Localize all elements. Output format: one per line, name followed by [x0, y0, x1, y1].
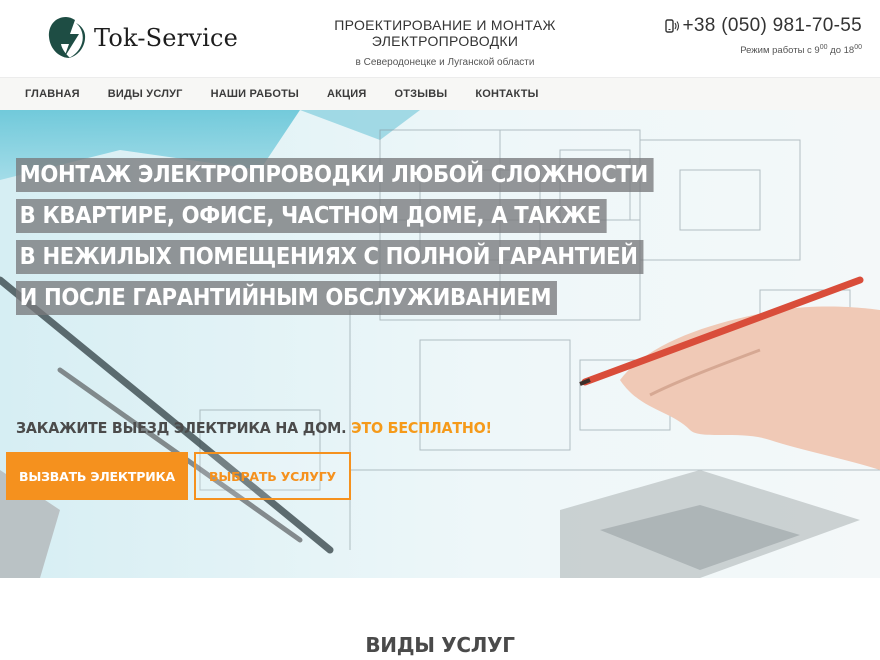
cta-text: ЗАКАЖИТЕ ВЫЕЗД ЭЛЕКТРИКА НА ДОМ. ЭТО БЕС…: [16, 419, 492, 437]
headline-line-3: В НЕЖИЛЫХ ПОМЕЩЕНИЯХ С ПОЛНОЙ ГАРАНТИЕЙ: [16, 240, 644, 274]
phone-number[interactable]: +38 (050) 981-70-55: [683, 15, 862, 37]
hero-headline: МОНТАЖ ЭЛЕКТРОПРОВОДКИ ЛЮБОЙ СЛОЖНОСТИ В…: [16, 158, 709, 322]
nav-item-services[interactable]: ВИДЫ УСЛУГ: [108, 88, 183, 100]
nav-item-promo[interactable]: АКЦИЯ: [327, 88, 367, 100]
phone-icon: [664, 19, 679, 33]
phone-row[interactable]: +38 (050) 981-70-55: [663, 15, 862, 37]
headline-line-4: И ПОСЛЕ ГАРАНТИЙНЫМ ОБСЛУЖИВАНИЕМ: [16, 281, 557, 315]
header-tagline: ПРОЕКТИРОВАНИЕ И МОНТАЖ ЭЛЕКТРОПРОВОДКИ …: [284, 17, 606, 68]
site-header: Tok-Service ПРОЕКТИРОВАНИЕ И МОНТАЖ ЭЛЕК…: [0, 0, 880, 77]
hero-banner: МОНТАЖ ЭЛЕКТРОПРОВОДКИ ЛЮБОЙ СЛОЖНОСТИ В…: [0, 110, 880, 578]
call-electrician-button[interactable]: ВЫЗВАТЬ ЭЛЕКТРИКА: [6, 452, 188, 500]
tagline-title: ПРОЕКТИРОВАНИЕ И МОНТАЖ ЭЛЕКТРОПРОВОДКИ: [334, 17, 556, 49]
main-nav: ГЛАВНАЯ ВИДЫ УСЛУГ НАШИ РАБОТЫ АКЦИЯ ОТЗ…: [0, 77, 880, 110]
nav-item-contacts[interactable]: КОНТАКТЫ: [475, 88, 538, 100]
headline-line-1: МОНТАЖ ЭЛЕКТРОПРОВОДКИ ЛЮБОЙ СЛОЖНОСТИ: [16, 158, 654, 192]
nav-item-reviews[interactable]: ОТЗЫВЫ: [394, 88, 447, 100]
working-hours: Режим работы с 900 до 1800: [740, 44, 862, 57]
tagline-subtitle: в Северодонецке и Луганской области: [355, 57, 535, 68]
services-section-title: ВИДЫ УСЛУГ: [365, 633, 515, 657]
lightning-bolt-icon: [48, 17, 86, 58]
brand-name: Tok-Service: [94, 24, 239, 52]
nav-item-home[interactable]: ГЛАВНАЯ: [25, 88, 80, 100]
nav-item-works[interactable]: НАШИ РАБОТЫ: [211, 88, 299, 100]
header-contact: +38 (050) 981-70-55 Режим работы с 900 д…: [663, 15, 862, 56]
cta-main-text: ЗАКАЖИТЕ ВЫЕЗД ЭЛЕКТРИКА НА ДОМ.: [16, 419, 347, 437]
choose-service-button[interactable]: ВЫБРАТЬ УСЛУГУ: [194, 452, 351, 500]
logo[interactable]: Tok-Service: [46, 14, 238, 62]
headline-line-2: В КВАРТИРЕ, ОФИСЕ, ЧАСТНОМ ДОМЕ, А ТАКЖЕ: [16, 199, 607, 233]
cta-accent-text: ЭТО БЕСПЛАТНО!: [351, 419, 492, 437]
